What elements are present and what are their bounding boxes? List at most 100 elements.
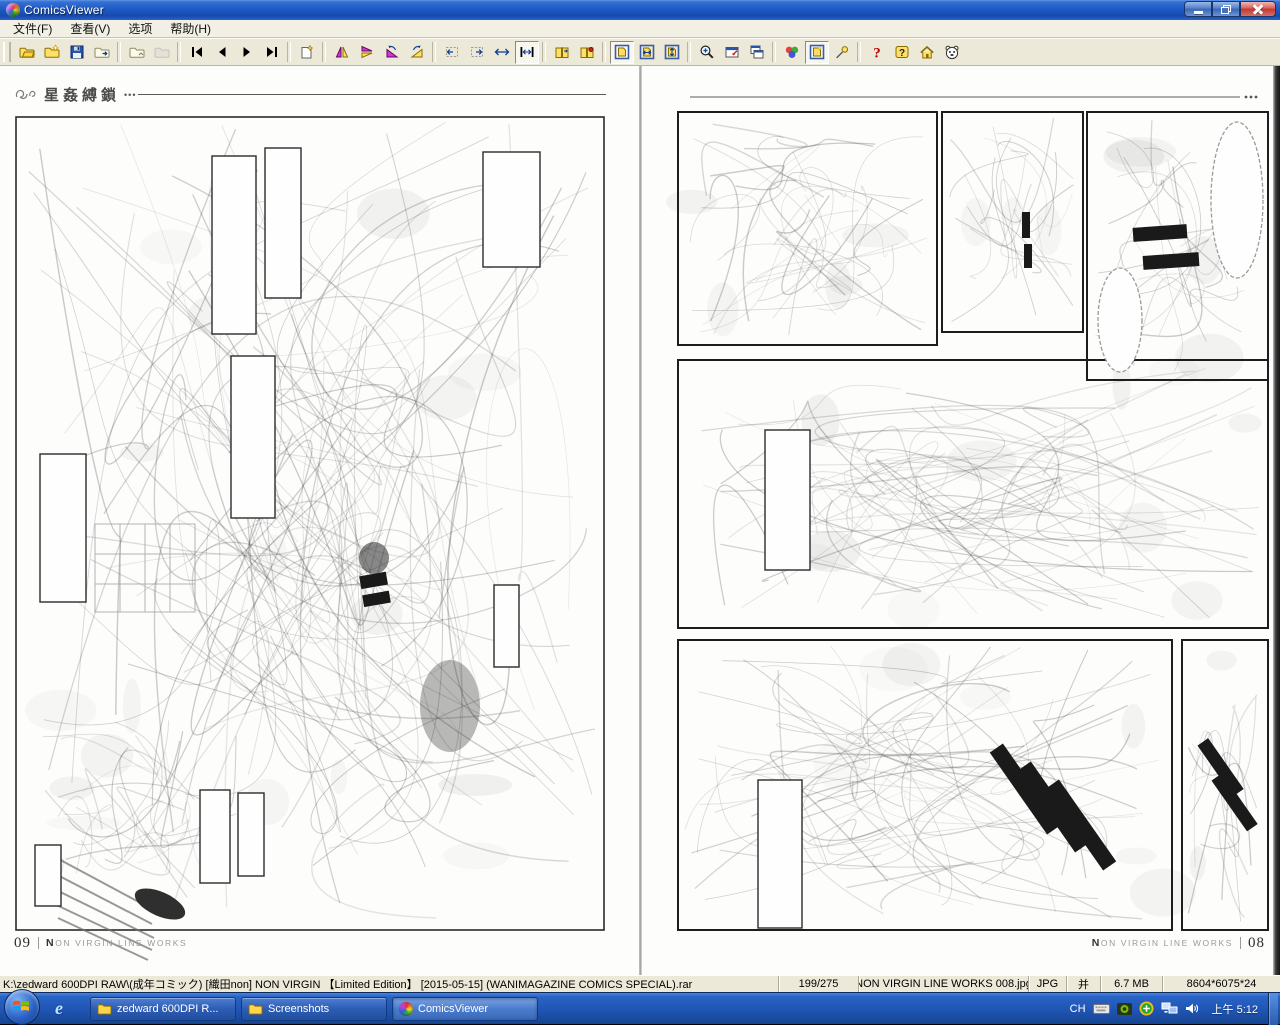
menu-item-options[interactable]: 选项 [119,19,161,38]
scan-edge-shadow [1273,66,1280,975]
toolbar-context-help-button[interactable]: ? [890,41,914,64]
toolbar-separator [772,42,776,62]
page-footer-right: NON VIRGIN LINE WORKS 08 [1092,934,1265,952]
rotate-left-icon [384,44,400,60]
series-title-left: NON VIRGIN LINE WORKS [46,937,187,949]
about-icon [944,44,960,60]
fit-width-icon [519,44,535,60]
toolbar-prev-page-button[interactable] [210,41,234,64]
tray-keyboard-icon[interactable] [1093,1003,1110,1015]
folder-browse-icon [129,44,145,60]
menu-item-view[interactable]: 查看(V) [61,19,119,38]
status-view-mode: 并 [1066,976,1100,992]
toolbar-view-normal-button[interactable] [610,41,634,64]
toolbar-cascade-windows-button[interactable] [745,41,769,64]
last-page-icon [264,44,280,60]
toolbar: ?? [0,38,1280,66]
tray-language-indicator[interactable]: CH [1070,1003,1086,1015]
page-footer-left: 09 NON VIRGIN LINE WORKS [14,934,187,952]
toolbar-save-button[interactable] [65,41,89,64]
toolbar-color-picker-button[interactable] [830,41,854,64]
quick-launch: e [44,998,74,1019]
tray-volume-icon[interactable] [1185,1002,1199,1015]
home-icon [919,44,935,60]
toolbar-help-button[interactable]: ? [865,41,889,64]
toolbar-open-file-button[interactable] [15,41,39,64]
footer-divider [38,937,39,949]
toolbar-page-frame-button[interactable] [805,41,829,64]
toolbar-first-page-button[interactable] [185,41,209,64]
tray-network-icon[interactable] [1161,1002,1178,1015]
taskbar-button-zedward-600dpi-r-[interactable]: zedward 600DPI R... [90,997,236,1021]
toolbar-about-button[interactable] [940,41,964,64]
task-buttons: zedward 600DPI R...ScreenshotsComicsView… [74,993,543,1024]
open-new-icon [44,44,60,60]
comic-page-left[interactable]: 星姦縛鎖 ••• 09 NON VIRGIN LINE WORKS [0,66,639,975]
toolbar-separator [287,42,291,62]
start-button[interactable] [4,989,40,1025]
toolbar-next-page-button[interactable] [235,41,259,64]
close-icon [1253,4,1263,14]
title-bar[interactable]: ComicsViewer [0,0,1280,20]
status-filename: NON VIRGIN LINE WORKS 008.jpg [858,976,1028,992]
toolbar-folder-browse-next-button [150,41,174,64]
toolbar-flip-vertical-button[interactable] [355,41,379,64]
save-icon [69,44,85,60]
tray-clock[interactable]: 上午 5:12 [1212,1001,1258,1017]
open-file-icon [19,44,35,60]
page-number-left: 09 [14,935,31,952]
toolbar-open-new-button[interactable] [40,41,64,64]
folder-icon [248,1002,263,1015]
toolbar-flip-horizontal-button[interactable] [330,41,354,64]
toolbar-zoom-in-button[interactable] [695,41,719,64]
toolbar-grip[interactable] [3,42,11,62]
toolbar-shift-right-button[interactable] [465,41,489,64]
toolbar-separator [322,42,326,62]
help-icon: ? [869,44,885,60]
prev-page-icon [214,44,230,60]
toolbar-shrink-window-button[interactable] [720,41,744,64]
next-page-icon [239,44,255,60]
goto-page-icon [299,44,315,60]
taskbar-button-comicsviewer[interactable]: ComicsViewer [392,997,538,1021]
toolbar-separator [602,42,606,62]
toolbar-view-fit-height-button[interactable] [660,41,684,64]
toolbar-rotate-left-button[interactable] [380,41,404,64]
toolbar-expand-width-button[interactable] [490,41,514,64]
menu-item-help[interactable]: 帮助(H) [161,19,220,38]
show-desktop-button[interactable] [1268,993,1278,1025]
restore-button[interactable] [1212,1,1240,17]
toolbar-shift-left-button[interactable] [440,41,464,64]
toolbar-view-fit-width-button[interactable] [635,41,659,64]
tray-nvidia-icon[interactable] [1117,1002,1132,1016]
toolbar-goto-page-button[interactable] [295,41,319,64]
close-button[interactable] [1240,1,1276,17]
toolbar-separator [542,42,546,62]
toolbar-separator [687,42,691,62]
shrink-window-icon [724,44,740,60]
toolbar-color-adjust-button[interactable] [780,41,804,64]
toolbar-book-mode-button[interactable] [575,41,599,64]
comic-page-right[interactable]: NON VIRGIN LINE WORKS 08 [642,66,1280,975]
toolbar-folder-browse-button[interactable] [125,41,149,64]
toolbar-last-page-button[interactable] [260,41,284,64]
header-dots: ••• [124,90,136,100]
comicsviewer-window: ComicsViewer 文件(F)查看(V)选项帮助(H) ?? [0,0,1280,992]
menu-item-file[interactable]: 文件(F) [4,19,61,38]
toolbar-export-folder-button[interactable] [90,41,114,64]
window-title: ComicsViewer [24,3,104,17]
toolbar-rotate-right-button[interactable] [405,41,429,64]
toolbar-fit-width-button[interactable] [515,41,539,64]
viewer-content: 星姦縛鎖 ••• 09 NON VIRGIN LINE WORKS [0,66,1280,975]
internet-explorer-icon[interactable]: e [55,998,63,1019]
toolbar-two-page-mode-button[interactable] [550,41,574,64]
status-page-position: 199/275 [778,976,858,992]
toolbar-separator [857,42,861,62]
taskbar-button-screenshots[interactable]: Screenshots [241,997,387,1021]
two-page-mode-icon [554,44,570,60]
tray-safety-icon[interactable] [1139,1001,1154,1016]
toolbar-home-button[interactable] [915,41,939,64]
comicsviewer-icon [399,1002,413,1016]
first-page-icon [189,44,205,60]
minimize-button[interactable] [1184,1,1212,17]
